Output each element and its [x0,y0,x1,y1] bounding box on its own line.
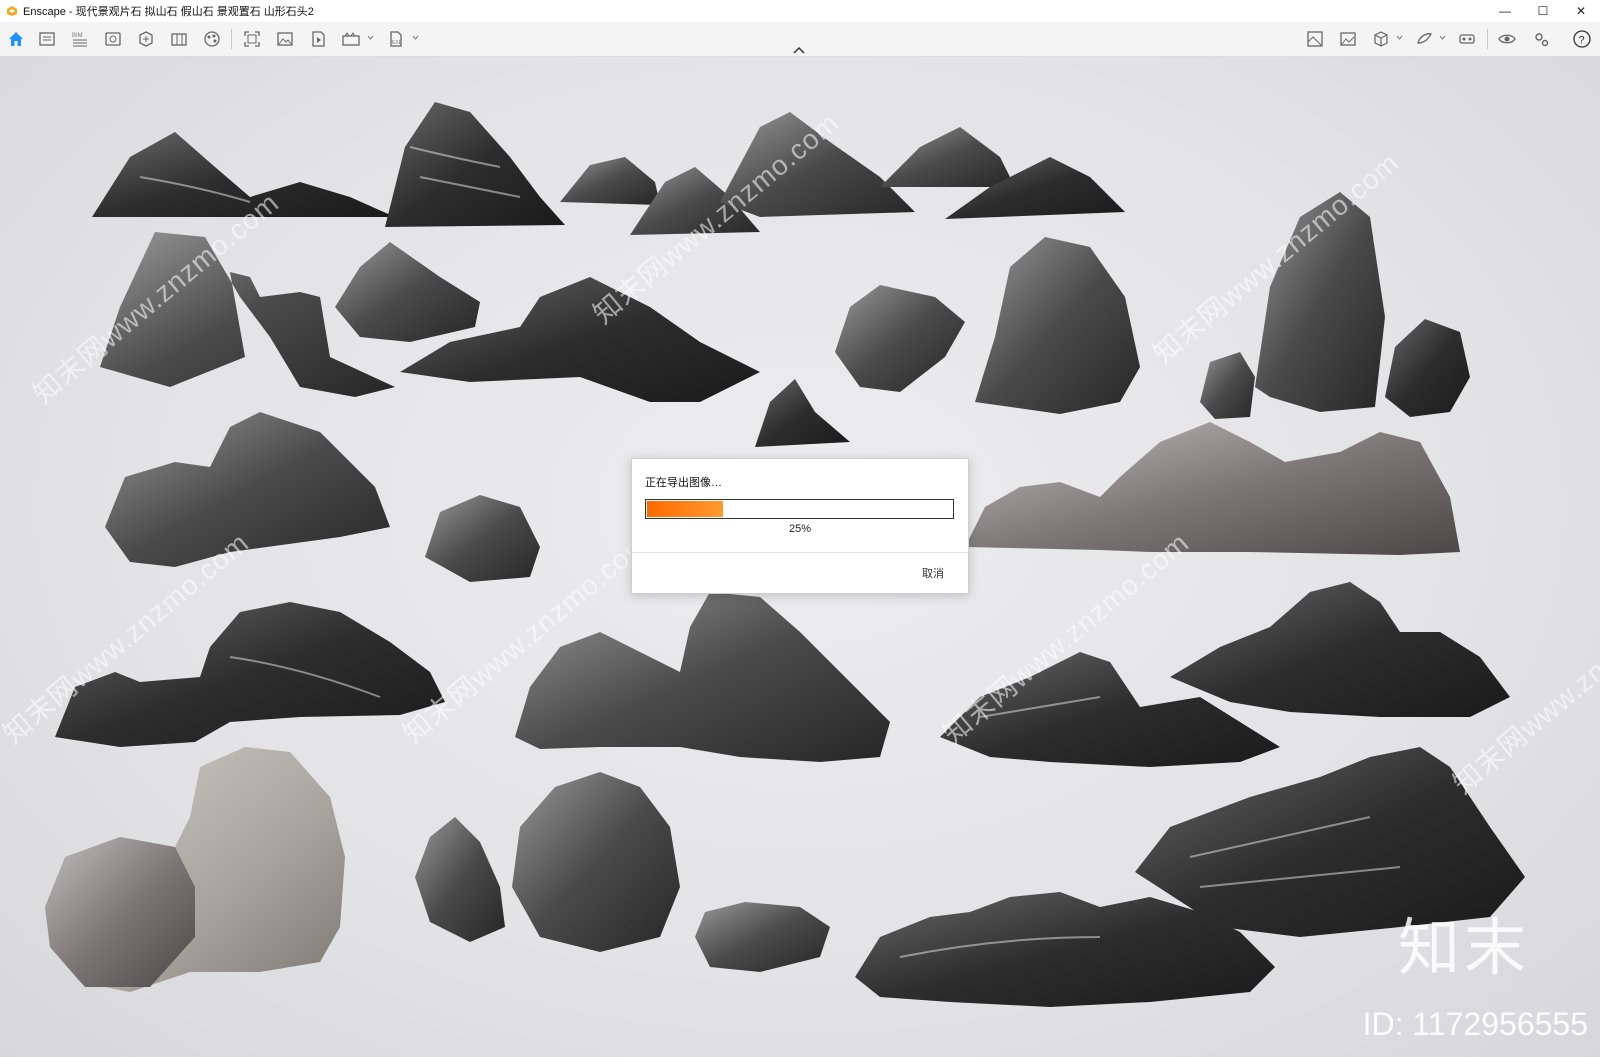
window-controls: — ☐ ✕ [1486,0,1600,22]
cube-icon[interactable] [1371,29,1391,49]
chevron-down-icon[interactable] [1439,34,1446,41]
toolbar-separator [1487,29,1488,49]
bim-icon[interactable]: BIM [70,29,90,49]
render-settings-icon[interactable] [37,29,57,49]
svg-text:?: ? [1579,35,1585,47]
minimize-button[interactable]: — [1486,0,1524,22]
title-bar: Enscape - 现代景观片石 拟山石 假山石 景观置石 山形石头2 — ☐ … [0,0,1600,22]
chevron-down-icon[interactable] [412,34,419,41]
export-progress-dialog: 正在导出图像… 25% 取消 [631,458,969,594]
video-editor-icon[interactable] [308,29,328,49]
close-button[interactable]: ✕ [1562,0,1600,22]
feedback-icon[interactable] [1414,29,1434,49]
chevron-down-icon[interactable] [1396,34,1403,41]
cancel-button[interactable]: 取消 [922,565,944,581]
export-icon[interactable]: EXE [386,29,406,49]
dialog-divider [632,552,968,553]
settings-icon[interactable] [1531,29,1551,49]
collapse-toolbar-chevron-icon[interactable] [793,46,805,54]
vr-headset-icon[interactable] [1457,29,1477,49]
enscape-logo-icon [7,6,17,16]
maximize-button[interactable]: ☐ [1524,0,1562,22]
dialog-title: 正在导出图像… [645,477,722,489]
asset-id-watermark: ID: 1172956555 [1362,1006,1588,1042]
asset-library-icon[interactable] [136,29,156,49]
progress-fill [647,501,723,517]
eye-icon[interactable] [1497,29,1517,49]
screenshot-icon[interactable] [242,29,262,49]
svg-text:BIM: BIM [72,33,83,39]
home-icon[interactable] [6,29,26,49]
image-icon[interactable] [1338,29,1358,49]
toolbar-separator [231,29,232,49]
material-icon[interactable] [169,29,189,49]
batch-render-icon[interactable] [275,29,295,49]
svg-text:EXE: EXE [392,40,403,46]
atmosphere-icon[interactable] [202,29,222,49]
chevron-down-icon[interactable] [367,34,374,41]
panorama-icon[interactable] [341,29,361,49]
views-icon[interactable] [103,29,123,49]
brand-watermark: 知末 [1397,911,1530,984]
progress-percent: 25% [788,523,812,535]
help-icon[interactable]: ? [1572,29,1592,49]
progress-bar [645,499,954,519]
window-title: Enscape - 现代景观片石 拟山石 假山石 景观置石 山形石头2 [23,6,314,18]
visual-settings-icon[interactable] [1305,29,1325,49]
